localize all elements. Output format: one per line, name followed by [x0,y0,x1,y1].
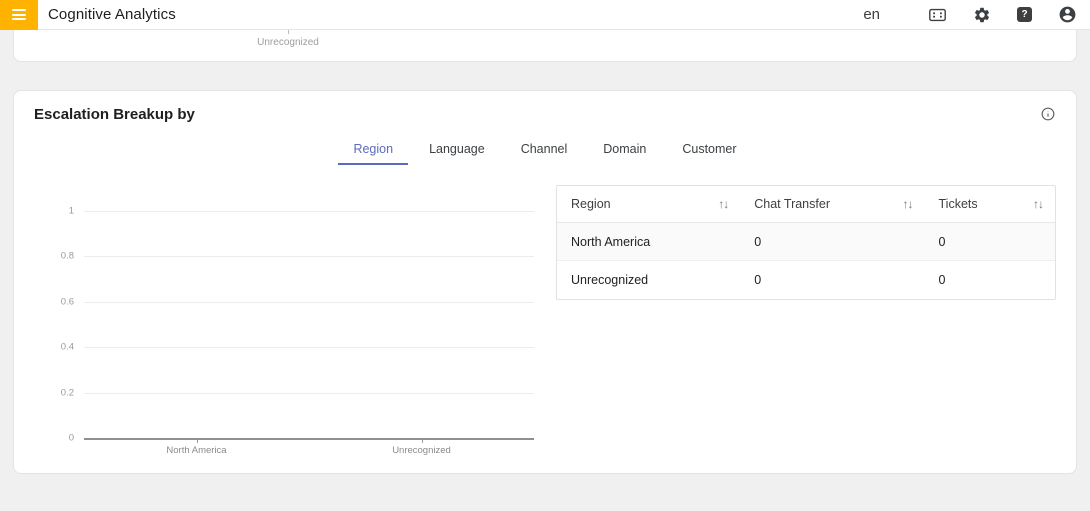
table-cell: 0 [925,273,1055,287]
chart-plot: 10.80.60.40.20North AmericaUnrecognized [84,211,534,438]
x-category-label: North America [166,445,226,456]
column-label: Chat Transfer [754,197,830,211]
menu-button[interactable] [0,0,38,30]
app-bar: Cognitive Analytics en ? [0,0,1090,30]
card-content: 10.80.60.40.20North AmericaUnrecognized … [14,165,1076,511]
fit-screen-icon[interactable] [928,6,947,24]
tab-language[interactable]: Language [414,132,500,165]
tab-region[interactable]: Region [338,132,408,165]
tab-domain[interactable]: Domain [588,132,661,165]
x-axis-label: Unrecognized [257,37,319,48]
y-tick-label: 0.8 [61,251,74,262]
escalation-table: Region ↑↓ Chat Transfer ↑↓ Tickets ↑↓ North A… [556,185,1056,300]
y-tick-label: 0 [69,433,74,444]
sort-icon[interactable]: ↑↓ [903,197,913,211]
x-axis-baseline [84,438,534,440]
column-label: Region [571,197,611,211]
sort-icon[interactable]: ↑↓ [1033,197,1043,211]
gridline [84,347,534,348]
table-header-row: Region ↑↓ Chat Transfer ↑↓ Tickets ↑↓ [557,186,1055,223]
gridline [84,393,534,394]
table-body: North America00Unrecognized00 [557,223,1055,299]
settings-gear-icon[interactable] [973,6,991,24]
app-title: Cognitive Analytics [48,6,176,23]
column-header-region[interactable]: Region ↑↓ [557,197,740,211]
table-row: North America00 [557,223,1055,261]
y-tick-label: 0.6 [61,296,74,307]
hamburger-menu-icon [12,9,26,20]
card-header: Escalation Breakup by [14,91,1076,129]
table-cell: 0 [740,273,924,287]
x-axis-tick [422,439,423,443]
tab-customer[interactable]: Customer [667,132,751,165]
table-cell: 0 [740,235,924,249]
table-cell: Unrecognized [557,273,740,287]
y-tick-label: 1 [69,206,74,217]
y-tick-label: 0.2 [61,387,74,398]
x-category-label: Unrecognized [392,445,451,456]
sort-icon[interactable]: ↑↓ [718,197,728,211]
table-row: Unrecognized00 [557,261,1055,299]
app-bar-actions: en ? [863,5,1090,24]
x-axis-tick [197,439,198,443]
escalation-breakup-card: Escalation Breakup by RegionLanguageChan… [13,90,1077,474]
table-cell: 0 [925,235,1055,249]
card-title: Escalation Breakup by [34,106,195,123]
column-label: Tickets [939,197,978,211]
account-circle-icon[interactable] [1058,5,1077,24]
escalation-bar-chart: 10.80.60.40.20North AmericaUnrecognized [34,211,536,511]
gridline [84,302,534,303]
breakup-tabs: RegionLanguageChannelDomainCustomer [14,129,1076,165]
gridline [84,256,534,257]
language-selector[interactable]: en [863,6,880,23]
y-tick-label: 0.4 [61,342,74,353]
help-icon[interactable]: ? [1017,7,1032,22]
tab-channel[interactable]: Channel [506,132,583,165]
column-header-tickets[interactable]: Tickets ↑↓ [925,197,1055,211]
escalation-table-wrap: Region ↑↓ Chat Transfer ↑↓ Tickets ↑↓ North A… [556,185,1056,511]
previous-chart-card: Unrecognized [13,30,1077,62]
gridline [84,211,534,212]
column-header-chat-transfer[interactable]: Chat Transfer ↑↓ [740,197,924,211]
table-cell: North America [557,235,740,249]
info-icon[interactable] [1040,106,1056,122]
